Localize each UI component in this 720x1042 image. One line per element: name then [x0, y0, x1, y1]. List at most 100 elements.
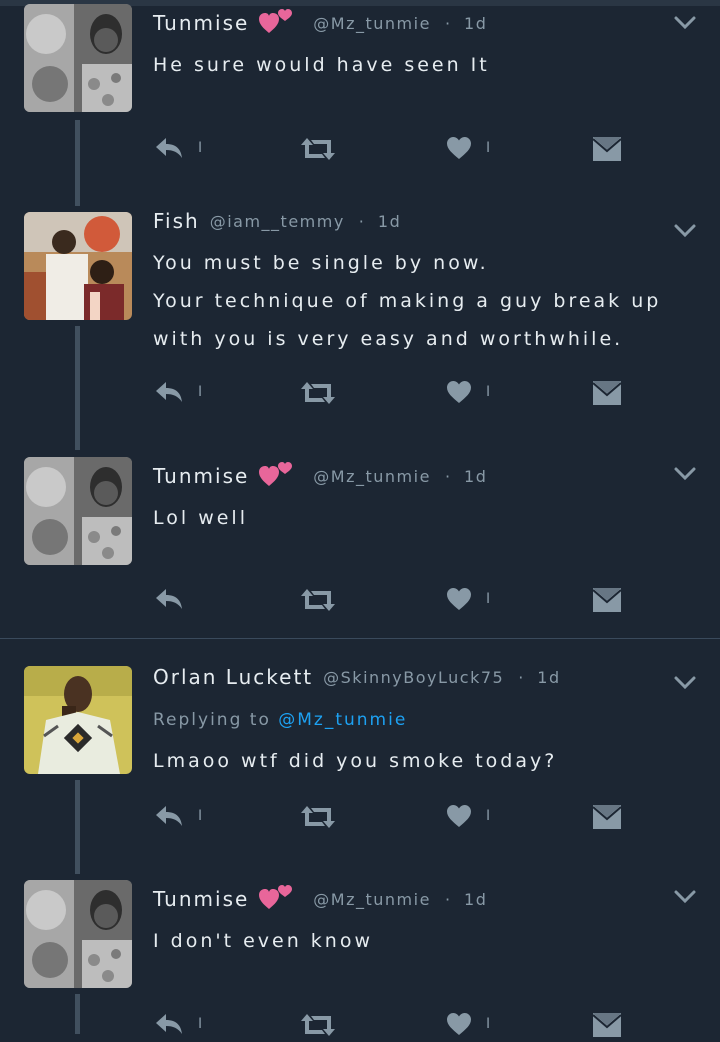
heart-icon	[447, 381, 471, 403]
tweet-actions: I I	[0, 804, 720, 834]
display-name[interactable]: Tunmise	[153, 887, 249, 911]
separator-dot: ·	[518, 667, 524, 687]
reply-arrow-icon	[156, 589, 182, 609]
user-handle[interactable]: @Mz_tunmie	[313, 467, 431, 486]
like-button[interactable]: I	[446, 380, 490, 404]
mention-link[interactable]: @Mz_tunmie	[278, 710, 407, 730]
display-name[interactable]: Orlan Luckett	[153, 665, 313, 689]
chevron-down-icon[interactable]	[672, 670, 698, 696]
like-count: I	[486, 591, 491, 607]
tweet-header: Tunmise @Mz_tunmie · 1d	[153, 8, 487, 38]
like-count: I	[486, 808, 491, 824]
direct-message-button[interactable]	[592, 380, 622, 406]
tweet-text: I don't even know	[153, 930, 373, 952]
reply-count: I	[198, 808, 203, 824]
like-button[interactable]: I	[446, 1012, 490, 1036]
retweet-icon	[301, 806, 335, 828]
separator-dot: ·	[444, 889, 451, 909]
like-button[interactable]: I	[446, 587, 490, 611]
two-hearts-emoji	[259, 883, 293, 915]
display-name[interactable]: Tunmise	[153, 11, 249, 35]
replying-to: Replying to @Mz_tunmie	[153, 700, 703, 740]
two-hearts-emoji	[259, 460, 293, 492]
retweet-button[interactable]	[300, 136, 336, 162]
envelope-icon	[592, 381, 622, 405]
avatar[interactable]	[24, 4, 132, 112]
tweet-body: You must be single by now. Your techniqu…	[153, 244, 703, 358]
tweet-header: Orlan Luckett @SkinnyBoyLuck75 · 1d	[153, 662, 561, 692]
chevron-down-icon[interactable]	[672, 884, 698, 910]
tweet-header: Tunmise @Mz_tunmie · 1d	[153, 884, 487, 914]
reply-arrow-icon	[156, 1014, 182, 1034]
tweet-actions: I I	[0, 380, 720, 410]
retweet-button[interactable]	[300, 1012, 336, 1038]
user-handle[interactable]: @SkinnyBoyLuck75	[323, 668, 504, 687]
conversation-divider	[0, 638, 720, 639]
display-name[interactable]: Fish	[153, 209, 200, 233]
heart-icon	[447, 1013, 471, 1035]
direct-message-button[interactable]	[592, 804, 622, 830]
avatar[interactable]	[24, 457, 132, 565]
like-button[interactable]: I	[446, 136, 490, 160]
timestamp[interactable]: 1d	[464, 14, 487, 33]
retweet-button[interactable]	[300, 380, 336, 406]
tweet-body: Lol well	[153, 499, 703, 537]
timestamp[interactable]: 1d	[464, 467, 487, 486]
direct-message-button[interactable]	[592, 1012, 622, 1038]
separator-dot: ·	[444, 466, 451, 486]
tweet-actions: I	[0, 587, 720, 617]
chevron-down-icon[interactable]	[672, 461, 698, 487]
replying-to-label: Replying to	[153, 710, 271, 730]
reply-button[interactable]: I	[154, 1012, 202, 1036]
reply-arrow-icon	[156, 806, 182, 826]
envelope-icon	[592, 805, 622, 829]
avatar[interactable]	[24, 212, 132, 320]
tweet-text: You must be single by now.	[153, 252, 489, 274]
tweet-actions: I I	[0, 136, 720, 166]
envelope-icon	[592, 137, 622, 161]
reply-button[interactable]: I	[154, 380, 202, 404]
tweet-text: He sure would have seen It	[153, 54, 490, 76]
two-hearts-emoji	[259, 7, 293, 39]
retweet-icon	[301, 589, 335, 611]
tweet-body: He sure would have seen It	[153, 46, 703, 84]
reply-count: I	[198, 140, 203, 156]
avatar[interactable]	[24, 880, 132, 988]
retweet-button[interactable]	[300, 804, 336, 830]
like-count: I	[486, 384, 491, 400]
heart-icon	[447, 137, 471, 159]
direct-message-button[interactable]	[592, 587, 622, 613]
direct-message-button[interactable]	[592, 136, 622, 162]
chevron-down-icon[interactable]	[672, 10, 698, 36]
timestamp[interactable]: 1d	[537, 668, 560, 687]
separator-dot: ·	[358, 211, 364, 231]
separator-dot: ·	[444, 13, 451, 33]
timestamp[interactable]: 1d	[464, 890, 487, 909]
timestamp[interactable]: 1d	[378, 212, 401, 231]
reply-button[interactable]: I	[154, 804, 202, 828]
tweet-body: I don't even know	[153, 922, 703, 960]
tweet-text: Your technique of making a guy break up	[153, 290, 662, 312]
heart-icon	[447, 588, 471, 610]
chevron-down-icon[interactable]	[672, 218, 698, 244]
user-handle[interactable]: @Mz_tunmie	[313, 14, 431, 33]
tweet-text: with you is very easy and worthwhile.	[153, 328, 624, 350]
user-handle[interactable]: @Mz_tunmie	[313, 890, 431, 909]
avatar[interactable]	[24, 666, 132, 774]
like-button[interactable]: I	[446, 804, 490, 828]
display-name[interactable]: Tunmise	[153, 464, 249, 488]
like-count: I	[486, 140, 491, 156]
tweet-header: Fish @iam__temmy · 1d	[153, 206, 401, 236]
like-count: I	[486, 1016, 491, 1032]
tweet-body: Replying to @Mz_tunmie Lmaoo wtf did you…	[153, 700, 703, 780]
retweet-button[interactable]	[300, 587, 336, 613]
envelope-icon	[592, 588, 622, 612]
user-handle[interactable]: @iam__temmy	[210, 212, 345, 231]
reply-button[interactable]: I	[154, 136, 202, 160]
retweet-icon	[301, 138, 335, 160]
reply-button[interactable]	[154, 587, 184, 611]
retweet-icon	[301, 1014, 335, 1036]
retweet-icon	[301, 382, 335, 404]
reply-count: I	[198, 384, 203, 400]
reply-arrow-icon	[156, 138, 182, 158]
